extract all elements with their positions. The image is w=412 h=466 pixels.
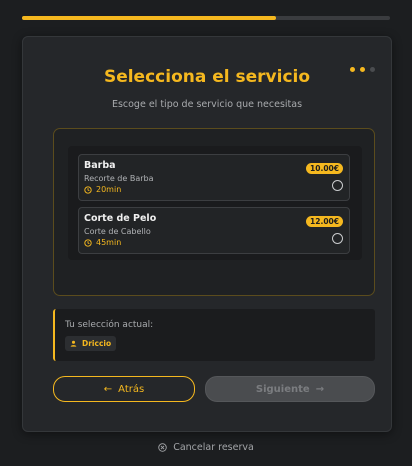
service-description: Recorte de Barba [84,174,154,183]
cancel-booking-label: Cancelar reserva [173,442,254,453]
page-subtitle: Escoge el tipo de servicio que necesitas [111,99,303,110]
service-radio[interactable] [332,233,343,244]
close-circle-icon [158,443,167,452]
current-selection: Tu selección actual: Driccio [53,309,375,361]
arrow-right-icon: → [315,383,325,395]
service-duration: 20min [84,185,121,194]
service-duration: 45min [84,238,121,247]
service-name: Barba [84,160,116,171]
service-duration-text: 45min [96,238,122,247]
selection-chip: Driccio [65,336,117,351]
next-button-label: Siguiente [255,383,310,395]
user-icon [70,340,77,347]
next-button[interactable]: Siguiente → [205,376,375,402]
services-panel: Barba Recorte de Barba 20min 10.00€ Cort… [53,128,375,296]
service-duration-text: 20min [96,185,122,194]
service-option-corte-de-pelo[interactable]: Corte de Pelo Corte de Cabello 45min 12.… [78,207,350,254]
price-badge: 10.00€ [306,163,343,174]
service-radio[interactable] [332,180,343,191]
selection-label: Tu selección actual: [65,320,154,330]
price-badge: 12.00€ [306,216,343,227]
service-description: Corte de Cabello [84,227,151,236]
service-name: Corte de Pelo [84,213,157,224]
selection-chip-text: Driccio [82,339,112,348]
progress-bar-fill [22,16,276,20]
clock-icon [84,238,92,247]
arrow-left-icon: ← [103,383,113,395]
page-title: Selecciona el servicio [103,67,311,87]
services-list: Barba Recorte de Barba 20min 10.00€ Cort… [68,146,362,260]
booking-card: Selecciona el servicio Escoge el tipo de… [22,36,392,432]
back-button-label: Atrás [118,383,145,395]
progress-bar [22,16,390,20]
clock-icon [84,185,92,194]
back-button[interactable]: ← Atrás [53,376,195,402]
cancel-booking-link[interactable]: Cancelar reserva [0,442,412,453]
service-option-barba[interactable]: Barba Recorte de Barba 20min 10.00€ [78,154,350,201]
